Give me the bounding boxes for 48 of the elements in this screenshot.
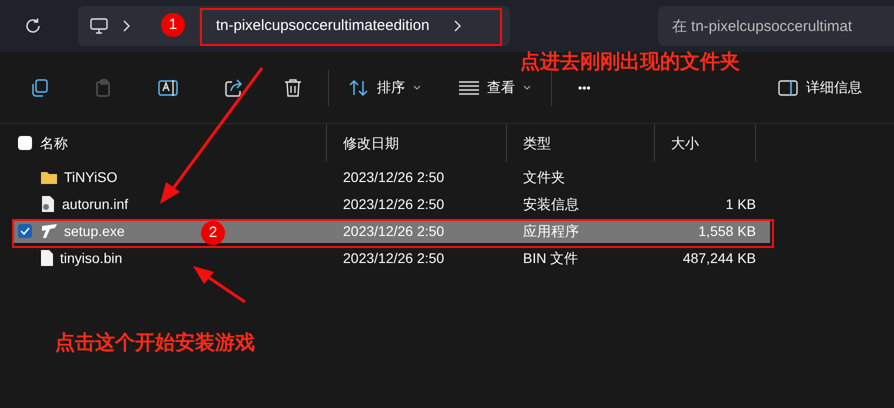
size-cell-text: 1 KB xyxy=(724,194,756,214)
rename-icon[interactable] xyxy=(158,78,180,98)
file-icon xyxy=(40,249,54,267)
sort-button[interactable]: 排序 xyxy=(337,71,433,104)
chevron-icon[interactable] xyxy=(453,20,462,32)
panel-icon xyxy=(778,80,798,96)
column-header[interactable]: 大小 xyxy=(663,124,756,162)
settings-file-icon xyxy=(40,195,56,213)
file-name: TiNYiSO xyxy=(64,168,118,186)
size-cell-text: 1,558 KB xyxy=(697,222,756,240)
caret-icon xyxy=(413,84,421,90)
caret-icon xyxy=(523,84,531,90)
column-header[interactable]: 类型 xyxy=(515,124,655,162)
date-cell-text: 2023/12/26 2:50 xyxy=(342,222,446,240)
sort-icon xyxy=(349,78,369,96)
type-cell-text: 文件夹 xyxy=(522,168,566,186)
column-header[interactable]: 修改日期 xyxy=(335,124,507,162)
date-cell-text: 2023/12/26 2:50 xyxy=(342,194,446,214)
file-row[interactable]: autorun.inf 2023/12/26 2:50 安装信息 1 KB xyxy=(14,192,770,216)
file-row[interactable]: TiNYiSO 2023/12/26 2:50 文件夹 xyxy=(14,165,770,189)
app-icon xyxy=(40,223,58,239)
file-name: tinyiso.bin xyxy=(60,248,122,268)
size-cell-text: 487,244 KB xyxy=(682,248,756,268)
arrow xyxy=(193,266,246,304)
more-button[interactable]: ••• xyxy=(566,72,603,102)
copy-icon[interactable] xyxy=(30,78,50,98)
select-all-checkbox[interactable] xyxy=(18,136,32,150)
path-segment[interactable]: tn-pixelcupsoccerultimateedition xyxy=(216,14,430,38)
file-name: setup.exe xyxy=(64,222,125,241)
file-name: autorun.inf xyxy=(62,194,128,214)
annotation-text: 点击这个开始安装游戏 xyxy=(55,329,255,356)
date-cell-text: 2023/12/26 2:50 xyxy=(342,248,446,268)
type-cell-text: 安装信息 xyxy=(522,194,580,214)
chevron-icon[interactable] xyxy=(122,20,130,32)
details-button[interactable]: 详细信息 xyxy=(766,71,874,104)
column-header[interactable]: 名称 xyxy=(40,124,327,162)
date-cell-text: 2023/12/26 2:50 xyxy=(342,168,446,186)
search-field[interactable]: 在 tn-pixelcupsoccerultimat xyxy=(658,6,894,46)
monitor-icon[interactable] xyxy=(90,18,108,34)
file-row[interactable]: tinyiso.bin 2023/12/26 2:50 BIN 文件 487,244 KB xyxy=(14,246,770,270)
type-cell-text: 应用程序 xyxy=(522,222,580,240)
refresh-icon[interactable] xyxy=(24,17,42,35)
share-icon[interactable] xyxy=(224,78,244,98)
delete-icon[interactable] xyxy=(284,78,302,98)
type-cell-text: BIN 文件 xyxy=(522,248,580,268)
folder-icon xyxy=(40,170,58,184)
list-icon xyxy=(459,80,479,94)
checkbox[interactable] xyxy=(18,224,32,238)
